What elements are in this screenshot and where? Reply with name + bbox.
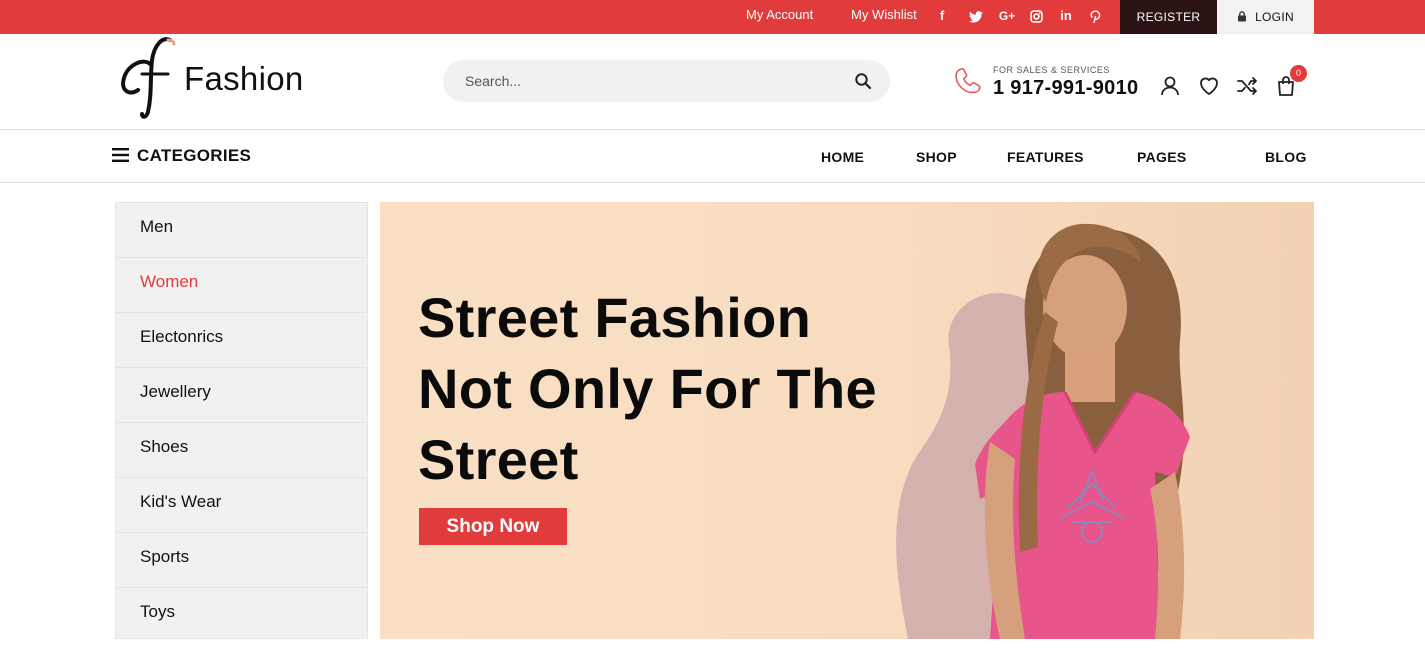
cart-count-badge: 0: [1290, 65, 1307, 82]
sidebar-item-women[interactable]: Women: [116, 258, 367, 313]
google-plus-icon[interactable]: G+: [995, 0, 1019, 34]
user-icon[interactable]: [1158, 74, 1182, 98]
phone-caption: FOR SALES & SERVICES: [993, 65, 1110, 75]
my-account-link[interactable]: My Account: [746, 0, 813, 34]
nav-blog[interactable]: BLOG: [1265, 149, 1307, 165]
search-bar: [443, 60, 890, 102]
sidebar-item-jewellery[interactable]: Jewellery: [116, 368, 367, 423]
phone-icon: [954, 66, 984, 101]
sidebar-item-electronics[interactable]: Electonrics: [116, 313, 367, 368]
nav-pages[interactable]: PAGES: [1137, 149, 1186, 165]
twitter-icon[interactable]: [966, 0, 986, 34]
register-button[interactable]: REGISTER: [1120, 0, 1217, 34]
lock-icon: [1237, 1, 1247, 35]
pinterest-icon[interactable]: [1085, 0, 1105, 34]
main-nav: CATEGORIES HOME SHOP FEATURES PAGES BLOG: [0, 129, 1425, 183]
nav-shop[interactable]: SHOP: [916, 149, 957, 165]
phone-number[interactable]: 1 917-991-9010: [993, 77, 1138, 100]
top-bar: My Account My Wishlist f G+ in REGISTER …: [0, 0, 1425, 34]
hamburger-icon: [112, 147, 129, 167]
hero-banner: Street Fashion Not Only For The Street S…: [380, 202, 1314, 639]
categories-label: CATEGORIES: [137, 146, 252, 165]
logo-text: Fashion: [184, 60, 304, 97]
search-icon[interactable]: [854, 72, 872, 90]
instagram-icon[interactable]: [1026, 0, 1046, 34]
categories-toggle[interactable]: CATEGORIES: [112, 146, 251, 166]
facebook-icon[interactable]: f: [932, 0, 952, 34]
shuffle-icon[interactable]: [1235, 74, 1259, 98]
shop-now-button[interactable]: Shop Now: [419, 508, 567, 545]
nav-features[interactable]: FEATURES: [1007, 149, 1084, 165]
logo-mark-icon: [121, 37, 176, 119]
sidebar-item-shoes[interactable]: Shoes: [116, 423, 367, 478]
site-logo[interactable]: Fashion: [112, 34, 312, 124]
search-input[interactable]: [465, 60, 825, 102]
sidebar-item-sports[interactable]: Sports: [116, 533, 367, 588]
nav-home[interactable]: HOME: [821, 149, 864, 165]
hero-model-image: [896, 223, 1190, 639]
sidebar-item-kids-wear[interactable]: Kid's Wear: [116, 478, 367, 533]
login-label: LOGIN: [1255, 10, 1294, 24]
category-sidebar: Men Women Electonrics Jewellery Shoes Ki…: [115, 202, 368, 639]
sidebar-item-men[interactable]: Men: [116, 203, 367, 258]
my-wishlist-link[interactable]: My Wishlist: [851, 0, 917, 34]
login-button[interactable]: LOGIN: [1217, 0, 1314, 34]
sidebar-item-toys[interactable]: Toys: [116, 588, 367, 643]
linkedin-icon[interactable]: in: [1056, 0, 1076, 34]
heart-icon[interactable]: [1197, 74, 1221, 98]
